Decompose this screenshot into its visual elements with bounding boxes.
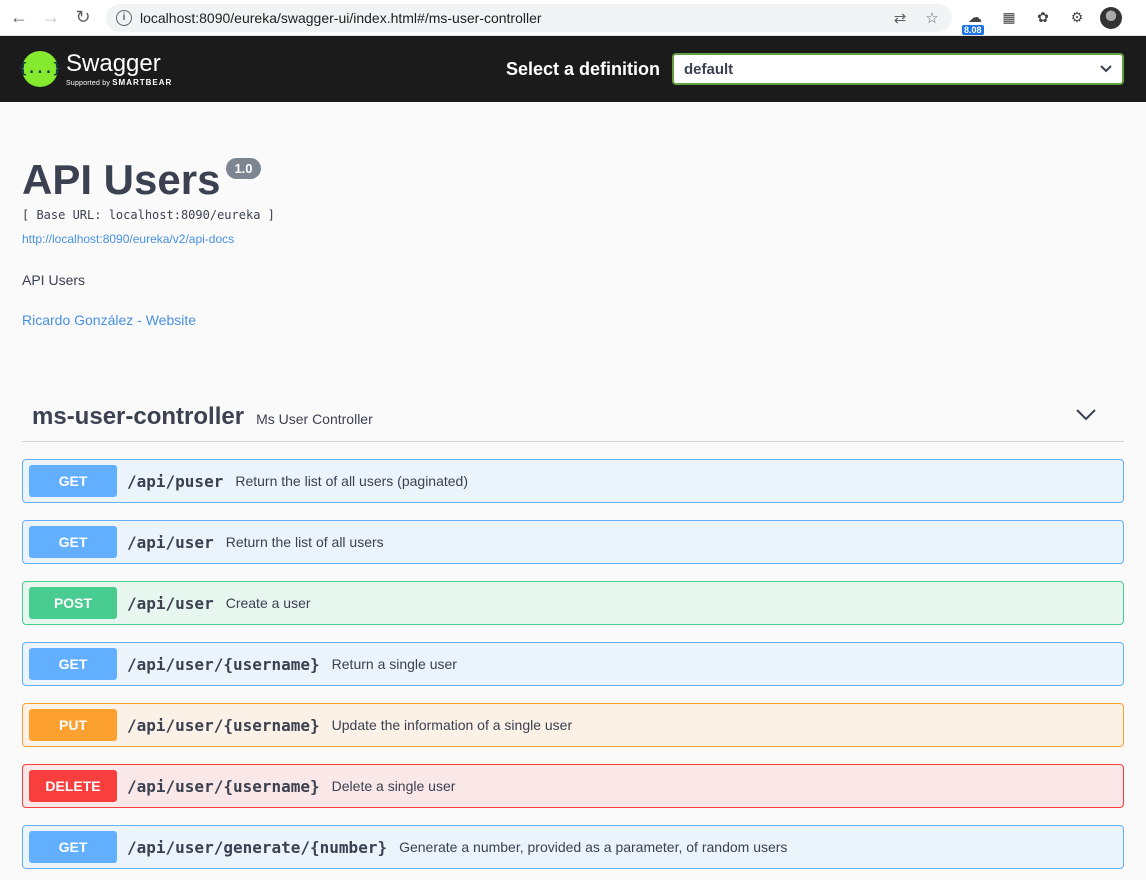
operation-summary: Return the list of all users	[225, 534, 384, 550]
operation-post-user[interactable]: POST /api/user Create a user	[22, 581, 1124, 625]
extension-icon[interactable]: ✿	[1032, 7, 1054, 29]
operation-delete-user-username[interactable]: DELETE /api/user/{username} Delete a sin…	[22, 764, 1124, 808]
api-description: API Users	[22, 272, 86, 288]
operation-path: /api/user/generate/{number}	[127, 837, 388, 857]
tag-header[interactable]: ms-user-controller Ms User Controller	[22, 392, 1124, 442]
operation-path: /api/user/{username}	[127, 776, 320, 796]
operation-get-user-username[interactable]: GET /api/user/{username} Return a single…	[22, 642, 1124, 686]
browser-toolbar: ← → ↻ i localhost:8090/eureka/swagger-ui…	[0, 0, 1146, 36]
base-url: [ Base URL: localhost:8090/eureka ]	[22, 208, 275, 222]
operation-summary: Update the information of a single user	[331, 717, 573, 733]
definition-select[interactable]: default	[672, 53, 1124, 85]
chevron-down-icon[interactable]	[1076, 408, 1096, 426]
swagger-logo[interactable]: {...} Swagger Supported by SMARTBEAR	[19, 49, 173, 87]
operation-path: /api/puser	[127, 471, 224, 491]
site-info-icon[interactable]: i	[116, 9, 132, 26]
operation-get-puser[interactable]: GET /api/puser Return the list of all us…	[22, 459, 1124, 503]
extension-icon[interactable]: ▦	[998, 7, 1020, 29]
tag-section: ms-user-controller Ms User Controller GE…	[22, 392, 1124, 869]
definition-value: default	[684, 60, 734, 78]
forward-icon[interactable]: →	[38, 5, 64, 31]
swagger-logo-icon: {...}	[19, 51, 61, 87]
website-link[interactable]: Ricardo González - Website	[22, 312, 1124, 328]
extension-badge: 8.08	[962, 24, 984, 35]
method-badge: GET	[29, 526, 117, 558]
operation-summary: Generate a number, provided as a paramet…	[399, 839, 788, 855]
operation-summary: Return the list of all users (paginated)	[235, 473, 469, 489]
method-badge: GET	[29, 465, 117, 497]
operation-get-user[interactable]: GET /api/user Return the list of all use…	[22, 520, 1124, 564]
operation-path: /api/user	[127, 532, 214, 552]
operation-summary: Delete a single user	[331, 778, 456, 794]
address-bar[interactable]: i localhost:8090/eureka/swagger-ui/index…	[106, 3, 952, 32]
reload-icon[interactable]: ↻	[70, 5, 96, 31]
extension-icon[interactable]: ☁ 8.08	[962, 7, 986, 35]
bookmark-star-icon[interactable]: ☆	[922, 8, 942, 28]
operation-put-user-username[interactable]: PUT /api/user/{username} Update the info…	[22, 703, 1124, 747]
avatar[interactable]	[1100, 6, 1122, 29]
operation-get-generate-number[interactable]: GET /api/user/generate/{number} Generate…	[22, 825, 1124, 869]
method-badge: GET	[29, 648, 117, 680]
operation-path: /api/user	[127, 593, 214, 613]
page-title: API Users	[22, 156, 221, 203]
logo-name: Swagger	[66, 49, 161, 77]
api-docs-link[interactable]: http://localhost:8090/eureka/v2/api-docs	[22, 232, 1124, 246]
method-badge: GET	[29, 831, 117, 863]
operation-summary: Return a single user	[331, 656, 457, 672]
method-badge: PUT	[29, 709, 117, 741]
logo-subtitle: Supported by SMARTBEAR	[66, 77, 173, 87]
operation-path: /api/user/{username}	[127, 715, 320, 735]
chevron-down-icon	[1100, 62, 1112, 76]
puzzle-icon[interactable]: ⚙	[1066, 7, 1088, 29]
tag-name[interactable]: ms-user-controller	[32, 403, 244, 431]
definition-label: Select a definition	[505, 58, 660, 79]
operation-path: /api/user/{username}	[127, 654, 320, 674]
tag-description: Ms User Controller	[256, 410, 373, 427]
api-info: API Users 1.0 [ Base URL: localhost:8090…	[0, 102, 1146, 328]
back-icon[interactable]: ←	[6, 5, 32, 31]
url-text[interactable]: localhost:8090/eureka/swagger-ui/index.h…	[140, 10, 878, 26]
version-badge: 1.0	[226, 158, 261, 179]
operation-summary: Create a user	[225, 595, 311, 611]
method-badge: POST	[29, 587, 117, 619]
method-badge: DELETE	[29, 770, 117, 802]
translate-icon[interactable]: ⇄	[890, 8, 910, 28]
swagger-topbar: {...} Swagger Supported by SMARTBEAR Sel…	[0, 36, 1146, 102]
